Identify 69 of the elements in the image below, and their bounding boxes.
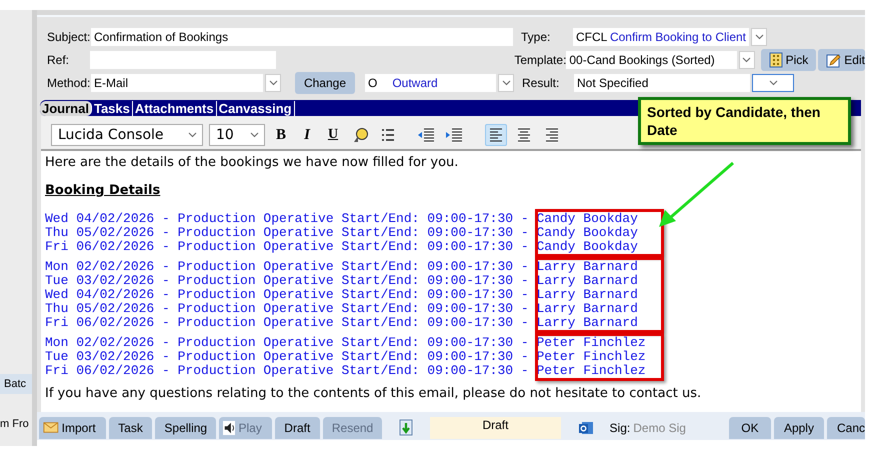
booking-line: Mon 02/02/2026 - Production Operative Start/End: 09:00-17:30 - Larry Barnard xyxy=(45,260,638,274)
booking-line: Fri 06/02/2026 - Production Operative Start/End: 09:00-17:30 - Candy Bookday xyxy=(45,240,638,254)
direction-code: O xyxy=(368,76,378,90)
dialog-button[interactable]: OK xyxy=(728,416,771,438)
dropdown-button[interactable] xyxy=(752,74,794,92)
change-button[interactable]: Change xyxy=(295,72,355,94)
caret-icon xyxy=(768,80,778,86)
booking-line: Thu 05/02/2026 - Production Operative Start/End: 09:00-17:30 - Larry Barnard xyxy=(45,302,638,316)
dialog-button[interactable]: Canc xyxy=(826,416,865,438)
speaker-icon xyxy=(223,420,236,436)
window-text: m Fro xyxy=(0,417,30,432)
footer-button[interactable]: Task xyxy=(108,416,152,438)
booking-line: Wed 04/02/2026 - Production Operative Start/End: 09:00-17:30 - Candy Bookday xyxy=(45,212,638,226)
signature-label: Sig: xyxy=(610,420,630,434)
caret-icon xyxy=(268,80,278,86)
direction-name: Outward xyxy=(392,76,438,90)
align-left-icon[interactable] xyxy=(485,124,507,146)
dropdown-button[interactable] xyxy=(751,28,767,46)
booking-line: Tue 03/02/2026 - Production Operative Start/End: 09:00-17:30 - Larry Barnard xyxy=(45,274,638,288)
italic-button[interactable]: I xyxy=(297,126,317,144)
dialog-button[interactable]: Apply xyxy=(774,416,824,438)
underline-button[interactable]: U xyxy=(323,127,343,143)
intro-text: Here are the details of the bookings we have now filled for you. xyxy=(45,155,460,170)
field-label: Template: xyxy=(514,53,566,67)
size-dropdown[interactable]: 10 xyxy=(209,124,265,146)
status-field: Draft xyxy=(430,416,561,438)
field-label: Type: xyxy=(521,30,552,44)
download-icon[interactable] xyxy=(399,419,414,436)
result-field[interactable]: Not Specified xyxy=(574,74,750,92)
caret-icon xyxy=(188,132,197,138)
footer-button[interactable]: Spelling xyxy=(155,416,216,438)
signature-value: Demo Sig xyxy=(633,420,686,434)
direction-field[interactable]: O Outward xyxy=(365,74,496,92)
callout-note: Sorted by Candidate, then Date xyxy=(638,97,851,145)
footer-button[interactable]: Import xyxy=(39,416,106,438)
type-code: CFCL xyxy=(576,30,608,44)
section-heading: Booking Details xyxy=(45,183,160,198)
ref-field[interactable] xyxy=(90,51,276,69)
field-label: Result: xyxy=(522,76,560,90)
booking-line: Fri 06/02/2026 - Production Operative Start/End: 09:00-17:30 - Larry Barnard xyxy=(45,316,638,330)
dropdown-button[interactable] xyxy=(265,74,281,92)
font-dropdown[interactable]: Lucida Console xyxy=(51,124,203,146)
caret-icon xyxy=(250,132,259,138)
type-field[interactable]: CFCL Confirm Booking to Client xyxy=(573,28,749,46)
caret-icon xyxy=(502,80,510,86)
dropdown-button[interactable] xyxy=(498,74,514,92)
caret-icon xyxy=(742,57,752,63)
pencil-icon xyxy=(826,52,842,68)
subject-field[interactable]: Confirmation of Bookings xyxy=(91,28,513,46)
type-name: Confirm Booking to Client xyxy=(610,30,746,44)
booking-line: Thu 05/02/2026 - Production Operative Start/End: 09:00-17:30 - Candy Bookday xyxy=(45,226,638,240)
template-field[interactable]: 00-Cand Bookings (Sorted) xyxy=(566,51,738,69)
bold-button[interactable]: B xyxy=(271,126,291,144)
footer-button[interactable]: Draft xyxy=(274,416,320,438)
caret-icon xyxy=(754,34,764,40)
dropdown-button[interactable] xyxy=(739,51,755,69)
pick-button[interactable]: Pick xyxy=(760,49,816,71)
closing-text: If you have any questions relating to the contents of this email, please do not hesitate to contact us. xyxy=(45,386,702,401)
field-label: Ref: xyxy=(47,53,70,67)
tab-label: Batc xyxy=(0,374,32,394)
field-label: Subject: xyxy=(47,30,91,44)
grid-icon xyxy=(768,52,783,68)
method-field[interactable]: E-Mail xyxy=(91,74,263,92)
envelope-icon xyxy=(43,421,59,434)
tab[interactable]: Journal xyxy=(40,100,92,116)
mail-app-icon xyxy=(578,420,594,436)
edit-button[interactable]: Edit xyxy=(818,49,865,71)
booking-line: Wed 04/02/2026 - Production Operative Start/End: 09:00-17:30 - Larry Barnard xyxy=(45,288,638,302)
field-label: Method: xyxy=(47,76,91,90)
